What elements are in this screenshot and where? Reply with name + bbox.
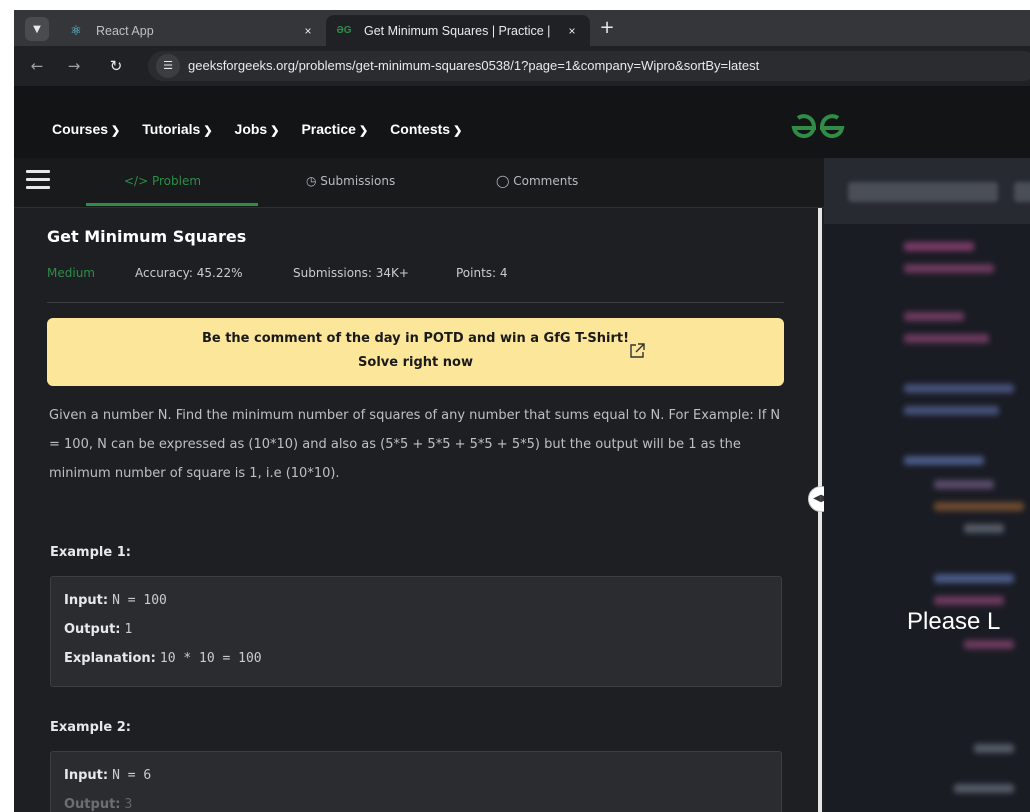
chevron-down-icon: ❯ (270, 125, 280, 137)
omnibox[interactable]: ☰ geeksforgeeks.org/problems/get-minimum… (148, 51, 1030, 81)
top-nav: Courses ❯ Tutorials ❯ Jobs ❯ Practice ❯ Cont… (14, 86, 1030, 158)
tab-submissions[interactable]: ◷ Submissions (306, 174, 395, 188)
forward-icon[interactable]: → (64, 56, 84, 76)
editor-option-button[interactable] (1014, 182, 1030, 202)
clock-icon: ◷ (306, 174, 321, 188)
hamburger-menu-icon[interactable] (26, 170, 50, 192)
tab-react-app[interactable]: ⚛ React App × (58, 15, 326, 46)
url-text[interactable]: geeksforgeeks.org/problems/get-minimum-s… (188, 58, 759, 73)
example-2-label: Example 2: (50, 720, 131, 735)
tab-strip: ▼ ⚛ React App × ƏG Get Minimum Squares |… (14, 10, 1030, 46)
login-overlay-text: Please L (907, 608, 1001, 635)
problem-panel: </> Problem ◷ Submissions ◯ Comments Get… (14, 158, 824, 812)
close-tab-icon[interactable]: × (564, 24, 580, 38)
code-editor-panel: Please L (824, 158, 1030, 812)
nav-contests[interactable]: Contests ❯ (390, 121, 462, 137)
active-tab-indicator (86, 203, 258, 206)
editor-toolbar (824, 158, 1030, 224)
example-output: Output: 3 (64, 797, 133, 812)
tab-comments[interactable]: ◯ Comments (496, 174, 578, 188)
new-tab-button[interactable]: + (596, 18, 618, 40)
address-bar: ← → ↻ ☰ geeksforgeeks.org/problems/get-m… (14, 46, 1030, 86)
potd-banner[interactable]: Be the comment of the day in POTD and wi… (47, 318, 784, 386)
comment-icon: ◯ (496, 174, 514, 188)
problem-subnav: </> Problem ◷ Submissions ◯ Comments (14, 158, 824, 208)
site-settings-icon[interactable]: ☰ (156, 54, 180, 78)
example-1-box: Input: N = 100 Output: 1 Explanation: 10 * … (50, 576, 782, 687)
tab-problem[interactable]: </> Problem (124, 174, 201, 188)
language-select[interactable] (848, 182, 998, 202)
external-link-icon[interactable] (628, 342, 646, 360)
nav-practice[interactable]: Practice ❯ (301, 121, 368, 137)
banner-line-1: Be the comment of the day in POTD and wi… (201, 331, 630, 346)
tab-get-minimum-squares[interactable]: ƏG Get Minimum Squares | Practice | × (326, 15, 590, 46)
tab-search-icon[interactable]: ▼ (25, 17, 49, 41)
problem-description: Given a number N. Find the minimum numbe… (49, 408, 781, 481)
points-stat: Points: 4 (456, 266, 508, 280)
chevron-down-icon: ❯ (453, 125, 463, 137)
back-icon[interactable]: ← (27, 56, 47, 76)
banner-line-2: Solve right now (358, 355, 473, 370)
submissions-stat: Submissions: 34K+ (293, 266, 409, 280)
blurred-code (824, 224, 1030, 812)
nav-courses[interactable]: Courses ❯ (52, 121, 120, 137)
nav-tutorials[interactable]: Tutorials ❯ (142, 121, 212, 137)
close-tab-icon[interactable]: × (300, 24, 316, 38)
browser-window: ▼ ⚛ React App × ƏG Get Minimum Squares |… (14, 10, 1030, 812)
difficulty-badge: Medium (47, 266, 95, 280)
chevron-down-icon: ❯ (358, 125, 369, 137)
example-1-label: Example 1: (50, 545, 131, 560)
gfg-page: Courses ❯ Tutorials ❯ Jobs ❯ Practice ❯ Cont… (14, 86, 1030, 812)
gfg-logo[interactable] (790, 112, 846, 144)
example-input: Input: N = 100 (64, 593, 167, 608)
reload-icon[interactable]: ↻ (106, 56, 126, 76)
chevron-down-icon: ❯ (111, 125, 121, 137)
gfg-favicon: ƏG (336, 25, 352, 36)
example-output: Output: 1 (64, 622, 133, 637)
nav-menu: Courses ❯ Tutorials ❯ Jobs ❯ Practice ❯ Cont… (52, 121, 462, 137)
example-2-box: Input: N = 6 Output: 3 (50, 751, 782, 812)
chevron-down-icon: ❯ (203, 125, 213, 137)
divider (47, 302, 784, 303)
example-input: Input: N = 6 (64, 768, 152, 783)
example-explanation: Explanation: 10 * 10 = 100 (64, 651, 262, 666)
accuracy-stat: Accuracy: 45.22% (135, 266, 243, 280)
react-icon: ⚛ (70, 22, 82, 38)
nav-jobs[interactable]: Jobs ❯ (235, 121, 280, 137)
problem-title: Get Minimum Squares (47, 227, 247, 246)
